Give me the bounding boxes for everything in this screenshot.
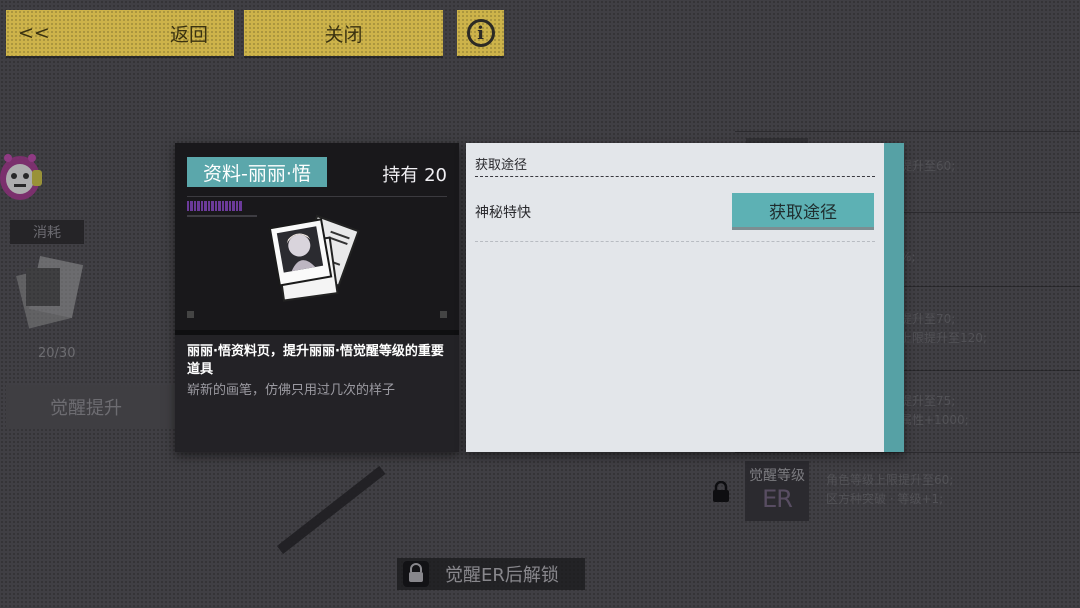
divider: [187, 196, 447, 197]
item-name: 资料-丽丽·悟: [187, 157, 327, 187]
close-label: 关闭: [324, 23, 363, 46]
acquisition-panel: 获取途径 神秘特快 获取途径: [466, 143, 904, 452]
barcode-decoration: [187, 201, 243, 211]
divider: [175, 330, 459, 335]
item-card-header: 资料-丽丽·悟 持有 20: [175, 143, 459, 330]
close-button[interactable]: 关闭: [244, 10, 443, 56]
divider: [475, 241, 875, 242]
barcode-decoration: [187, 215, 257, 217]
panel-accent-bar: [884, 143, 904, 452]
item-hold-count: 持有 20: [382, 165, 447, 186]
corner-decoration: [440, 311, 447, 318]
source-name: 神秘特快: [475, 205, 531, 221]
corner-decoration: [187, 311, 194, 318]
item-card: 资料-丽丽·悟 持有 20 丽丽·悟资料页，提升丽丽·悟觉醒等级的重要道具 崭新…: [175, 143, 459, 452]
back-button[interactable]: << 返回: [6, 10, 234, 56]
info-button[interactable]: i: [457, 10, 504, 56]
goto-source-button[interactable]: 获取途径: [732, 193, 874, 227]
acquisition-title: 获取途径: [475, 158, 528, 173]
document-item-icon: [268, 214, 360, 302]
item-flavor-text: 崭新的画笔，仿佛只用过几次的样子: [187, 383, 396, 398]
divider: [475, 176, 875, 177]
back-arrows-icon: <<: [18, 22, 50, 44]
info-icon: i: [466, 19, 495, 47]
item-description: 丽丽·悟资料页，提升丽丽·悟觉醒等级的重要道具: [187, 344, 444, 377]
back-label: 返回: [169, 23, 208, 46]
